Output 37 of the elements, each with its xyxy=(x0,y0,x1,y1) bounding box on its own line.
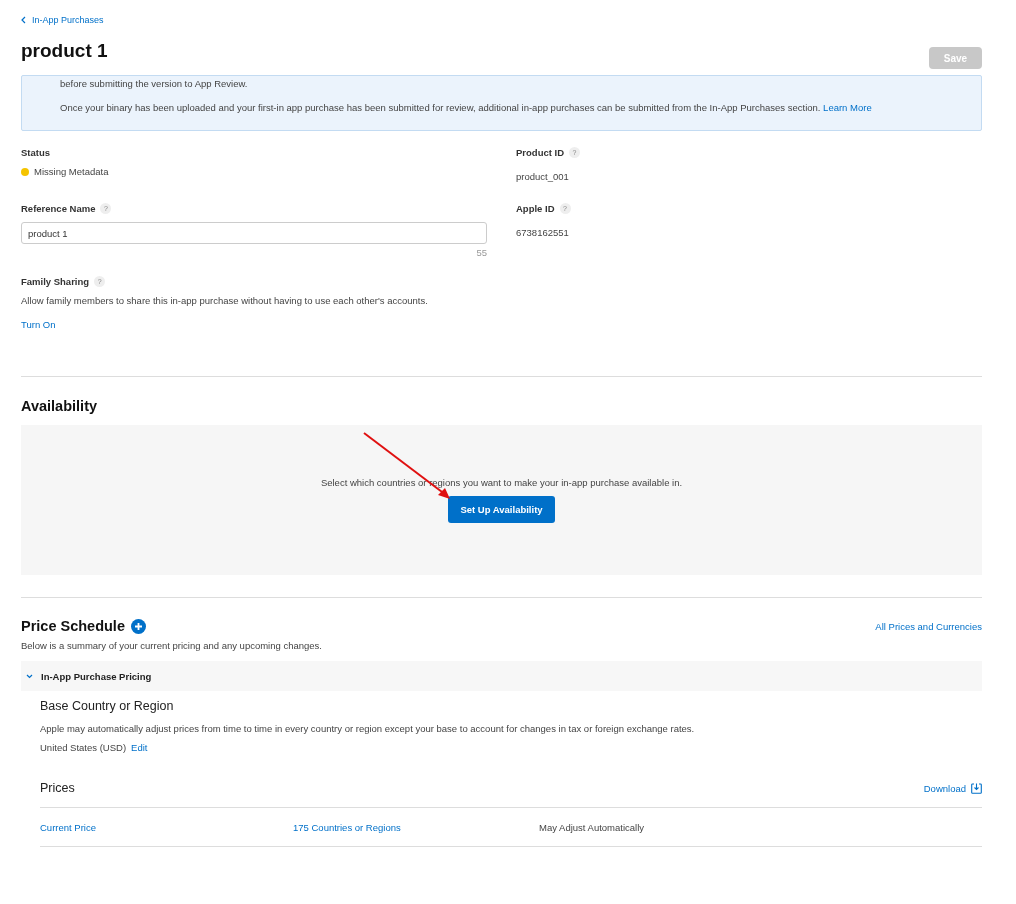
base-region-description: Apple may automatically adjust prices from time to time in every country or region except your base to account for changes in tax or foreign exchange rates. xyxy=(40,723,696,734)
add-icon[interactable] xyxy=(130,618,146,634)
notice-text: before submitting the version to App Review. xyxy=(60,78,249,90)
base-region-value: United States (USD) xyxy=(40,742,127,753)
chevron-left-icon xyxy=(21,16,26,24)
section-title: Price Schedule xyxy=(21,618,125,634)
notice-text: Once your binary has been uploaded and your first-in app purchase has been submitted for review, additional in-app purchases can be submitted from the In-App Purchases section. Learn More xyxy=(60,102,873,114)
table-link[interactable]: Current Price xyxy=(40,821,293,833)
turn-on-link[interactable]: Turn On xyxy=(21,319,56,330)
download-link[interactable]: Download xyxy=(923,782,966,794)
table-link[interactable]: 175 Countries or Regions xyxy=(293,821,539,833)
subsection-title: Base Country or Region xyxy=(40,699,175,713)
field-label: Family Sharing xyxy=(21,276,90,287)
page-title: product 1 xyxy=(21,40,108,62)
status-value: Missing Metadata xyxy=(34,166,109,177)
field-label: Reference Name xyxy=(21,203,96,214)
reference-name-field[interactable]: product 1 xyxy=(21,222,487,244)
section-title: Availability xyxy=(21,398,99,414)
character-counter: 55 xyxy=(475,247,487,258)
edit-link[interactable]: Edit xyxy=(131,742,148,753)
pricing-accordion[interactable]: In-App Purchase Pricing xyxy=(21,661,982,691)
back-link[interactable]: In-App Purchases xyxy=(21,11,104,29)
learn-more-link[interactable]: Learn More xyxy=(823,102,872,113)
all-prices-link[interactable]: All Prices and Currencies xyxy=(875,620,982,632)
field-value: 6738162551 xyxy=(516,227,569,238)
field-value: product_001 xyxy=(516,171,569,182)
field-label: Status xyxy=(21,147,51,158)
field-label: Apple ID xyxy=(516,203,555,214)
table-cell-text: May Adjust Automatically xyxy=(539,821,646,833)
download-icon[interactable] xyxy=(971,782,982,794)
family-sharing-description: Allow family members to share this in-app purchase without having to use each other's accounts. xyxy=(21,295,429,306)
field-label: Product ID xyxy=(516,147,565,158)
subsection-title: Prices xyxy=(40,781,75,795)
price-schedule-description: Below is a summary of your current pricing and any upcoming changes. xyxy=(21,640,323,651)
availability-text: Select which countries or regions you want to make your in-app purchase available in. xyxy=(320,477,683,488)
set-up-availability-button[interactable]: Set Up Availability xyxy=(448,496,555,523)
chevron-icon xyxy=(26,673,33,679)
